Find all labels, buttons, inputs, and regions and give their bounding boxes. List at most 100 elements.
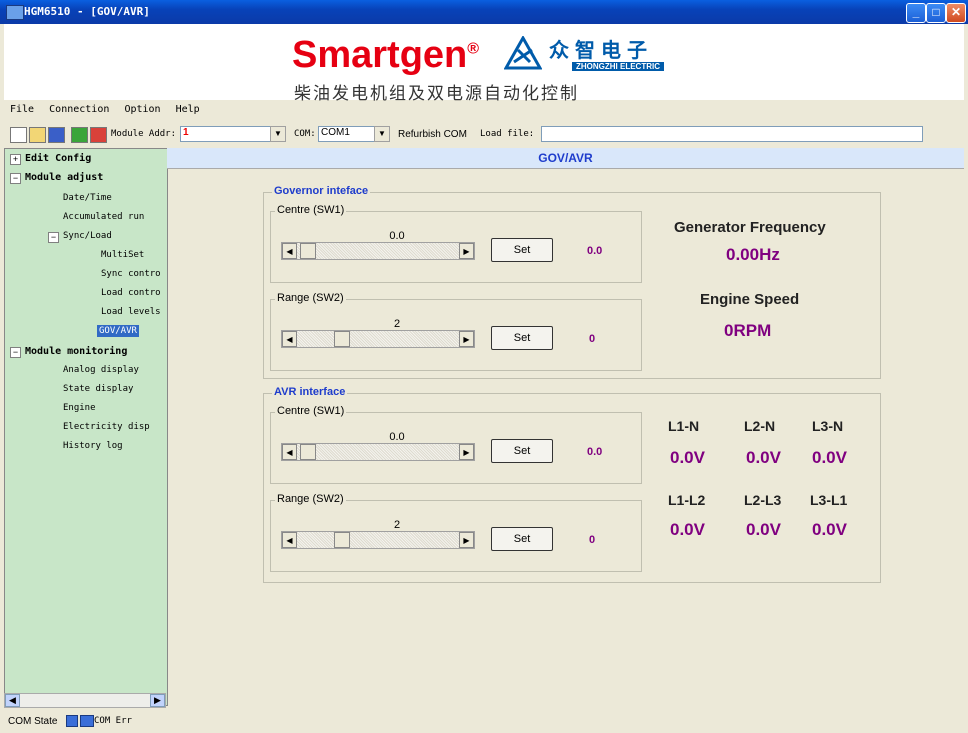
tree-engine[interactable]: Engine	[63, 403, 96, 413]
l2-l3-value: 0.0V	[746, 520, 781, 539]
brand-english-name: ZHONGZHI ELECTRIC	[572, 62, 664, 71]
slider-thumb[interactable]	[300, 444, 316, 460]
menu-bar: File Connection Option Help	[4, 102, 206, 120]
avr-range-readout: 0	[589, 534, 596, 546]
tree-horizontal-scrollbar[interactable]: ◀ ▶	[4, 693, 166, 708]
tree-load-levels[interactable]: Load levels	[101, 307, 161, 317]
tree-load-control[interactable]: Load contro	[101, 288, 161, 298]
load-file-input[interactable]	[541, 126, 923, 142]
generator-frequency-label: Generator Frequency	[674, 219, 826, 236]
gov-centre-title: Centre (SW1)	[275, 204, 347, 216]
collapse-icon[interactable]: −	[10, 173, 21, 184]
minimize-button[interactable]: _	[906, 3, 926, 23]
tree-electricity-display[interactable]: Electricity disp	[63, 422, 150, 432]
l1-n-label: L1-N	[668, 418, 700, 434]
slider-thumb[interactable]	[334, 331, 350, 347]
com-label: COM:	[294, 129, 316, 139]
tree-history-log[interactable]: History log	[63, 441, 123, 451]
l2-n-value: 0.0V	[746, 448, 781, 467]
l1-n-value: 0.0V	[670, 448, 705, 467]
scroll-left-icon[interactable]: ◀	[5, 694, 20, 707]
slider-right-arrow-icon[interactable]: ▶	[459, 444, 474, 460]
slider-right-arrow-icon[interactable]: ▶	[459, 331, 474, 347]
tree-analog-display[interactable]: Analog display	[63, 365, 139, 375]
avr-centre-set-button[interactable]: Set	[491, 439, 553, 463]
slider-left-arrow-icon[interactable]: ◀	[282, 331, 297, 347]
engine-speed-label: Engine Speed	[700, 291, 800, 308]
menu-option[interactable]: Option	[118, 102, 166, 117]
expand-icon[interactable]: +	[10, 154, 21, 165]
module-addr-label: Module Addr:	[111, 129, 177, 139]
refurbish-com-button[interactable]: Refurbish COM	[398, 129, 467, 140]
gov-centre-slider[interactable]: ◀ ▶	[281, 242, 475, 260]
collapse-icon[interactable]: −	[48, 232, 59, 243]
tree-gov-avr[interactable]: GOV/AVR	[97, 325, 139, 337]
avr-range-set-button[interactable]: Set	[491, 527, 553, 551]
slider-left-arrow-icon[interactable]: ◀	[282, 444, 297, 460]
open-folder-icon[interactable]	[29, 127, 46, 143]
l1-l2-value: 0.0V	[670, 520, 705, 539]
tree-module-monitoring[interactable]: Module monitoring	[25, 346, 127, 357]
avr-range-slider[interactable]: ◀ ▶	[281, 531, 475, 549]
menu-file[interactable]: File	[4, 102, 40, 117]
content-panel: GOV/AVR Governor inteface Centre (SW1) 0…	[167, 148, 964, 708]
gov-centre-set-button[interactable]: Set	[491, 238, 553, 262]
brand-chinese-name: 众智电子	[549, 38, 653, 62]
l1-l2-label: L1-L2	[668, 492, 706, 508]
close-button[interactable]: ✕	[946, 3, 966, 23]
avr-centre-group: Centre (SW1) 0.0 ◀ ▶ Set 0.0	[270, 405, 642, 484]
gov-range-group: Range (SW2) 2 ◀ ▶ Set 0	[270, 292, 642, 371]
gov-range-slider-value: 2	[393, 318, 401, 330]
load-file-label: Load file:	[480, 129, 535, 139]
gov-range-readout: 0	[589, 333, 596, 345]
content-header: GOV/AVR	[167, 148, 964, 169]
gov-range-set-button[interactable]: Set	[491, 326, 553, 350]
com-select[interactable]: COM1	[318, 126, 376, 142]
gov-range-slider[interactable]: ◀ ▶	[281, 330, 475, 348]
com-dropdown-icon[interactable]: ▼	[374, 126, 390, 142]
module-addr-input[interactable]: 1	[180, 126, 274, 142]
tree-accumulated-run[interactable]: Accumulated run	[63, 212, 144, 222]
brand-logo: Smartgen®	[292, 34, 479, 77]
brand-name: Smartgen	[292, 34, 468, 76]
gov-centre-readout: 0.0	[587, 245, 603, 257]
brand-slogan: 柴油发电机组及双电源自动化控制	[294, 84, 579, 103]
window-title: HGM6510 - [GOV/AVR]	[24, 5, 150, 18]
computer-icon	[66, 715, 78, 727]
slider-left-arrow-icon[interactable]: ◀	[282, 243, 297, 259]
tree-edit-config[interactable]: Edit Config	[25, 153, 91, 164]
navigation-tree: + Edit Config − Module adjust Date/Time …	[4, 148, 168, 706]
tree-sync-load[interactable]: Sync/Load	[63, 231, 112, 241]
gov-centre-group: Centre (SW1) 0.0 ◀ ▶ Set 0.0	[270, 204, 642, 283]
menu-connection[interactable]: Connection	[43, 102, 115, 117]
upload-icon[interactable]	[90, 127, 107, 143]
save-icon[interactable]	[48, 127, 65, 143]
status-bar: COM State COM Err	[4, 712, 964, 732]
scroll-right-icon[interactable]: ▶	[150, 694, 165, 707]
generator-frequency-value: 0.00Hz	[726, 245, 780, 264]
collapse-icon[interactable]: −	[10, 347, 21, 358]
l3-l1-label: L3-L1	[810, 492, 848, 508]
module-addr-dropdown-icon[interactable]: ▼	[270, 126, 286, 142]
slider-thumb[interactable]	[334, 532, 350, 548]
tree-module-adjust[interactable]: Module adjust	[25, 172, 103, 183]
download-icon[interactable]	[71, 127, 88, 143]
governor-group-title: Governor inteface	[272, 185, 371, 197]
slider-thumb[interactable]	[300, 243, 316, 259]
new-file-icon[interactable]	[10, 127, 27, 143]
tree-sync-control[interactable]: Sync contro	[101, 269, 161, 279]
network-icon	[80, 715, 94, 727]
l2-n-label: L2-N	[744, 418, 776, 434]
avr-group-title: AVR interface	[272, 386, 348, 398]
avr-centre-slider[interactable]: ◀ ▶	[281, 443, 475, 461]
maximize-button[interactable]: □	[926, 3, 946, 23]
tree-date-time[interactable]: Date/Time	[63, 193, 112, 203]
gov-centre-slider-value: 0.0	[389, 230, 405, 242]
engine-speed-value: 0RPM	[724, 321, 772, 340]
tree-state-display[interactable]: State display	[63, 384, 133, 394]
slider-right-arrow-icon[interactable]: ▶	[459, 243, 474, 259]
slider-left-arrow-icon[interactable]: ◀	[282, 532, 297, 548]
tree-multiset[interactable]: MultiSet	[101, 250, 144, 260]
menu-help[interactable]: Help	[170, 102, 206, 117]
slider-right-arrow-icon[interactable]: ▶	[459, 532, 474, 548]
